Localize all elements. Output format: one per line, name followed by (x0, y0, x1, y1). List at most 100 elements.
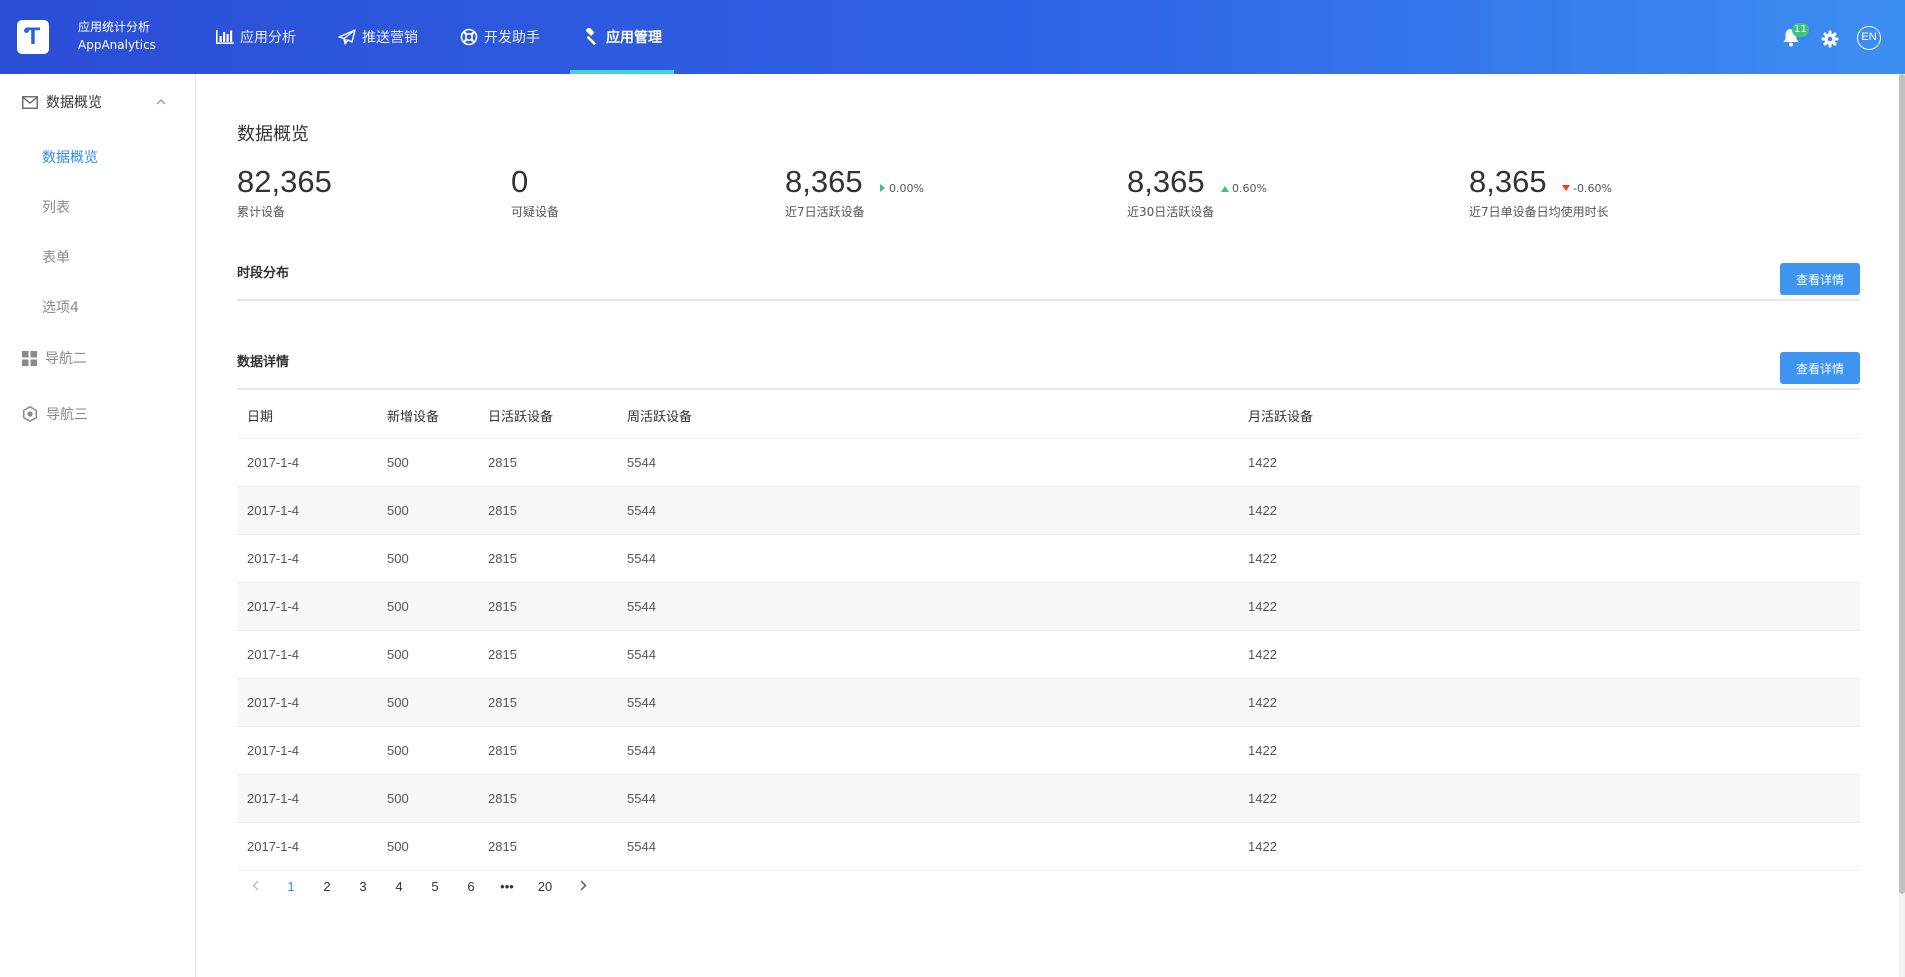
column-header[interactable]: 日活跃设备 (478, 394, 617, 439)
page-button[interactable]: 6 (453, 879, 489, 894)
nav-dev-assistant[interactable]: 开发助手 (448, 0, 552, 74)
table-row: 2017-1-4 500 2815 5544 1422 (237, 486, 1860, 535)
table-row: 2017-1-4 500 2815 5544 1422 (237, 726, 1860, 775)
column-header[interactable]: 新增设备 (377, 394, 478, 439)
trend-down-icon (1562, 185, 1570, 191)
table-cell: 2017-1-4 (237, 726, 377, 775)
table-cell: 5544 (617, 822, 1238, 871)
app-logo[interactable]: T (17, 20, 49, 54)
sidebar-item-form[interactable]: 表单 (42, 247, 70, 267)
table-cell: 2815 (478, 822, 617, 871)
table-cell: 2017-1-4 (237, 438, 377, 487)
stat-30day-active: 8,365 近30日活跃设备 0.60% (1127, 164, 1267, 220)
notification-badge: 11 (1792, 23, 1809, 37)
table-cell: 2017-1-4 (237, 534, 377, 583)
page-button[interactable]: 1 (273, 879, 309, 894)
stat-change-value: 0.60% (1232, 182, 1267, 195)
nav-push-marketing[interactable]: 推送营销 (326, 0, 430, 74)
table-cell: 5544 (617, 678, 1238, 727)
next-page-button[interactable] (565, 879, 601, 894)
chevron-left-icon (252, 880, 258, 890)
stat-total-devices: 82,365 累计设备 (237, 164, 332, 220)
table-cell: 500 (377, 630, 478, 679)
nav-label: 推送营销 (362, 30, 418, 46)
lifebuoy-icon (460, 28, 478, 46)
stat-value: 8,365 (785, 164, 863, 199)
stat-label: 近30日活跃设备 (1127, 205, 1215, 219)
table-cell: 1422 (1238, 486, 1860, 535)
table-cell: 2815 (478, 534, 617, 583)
prev-page-button[interactable] (237, 879, 273, 894)
sidebar-group-nav3[interactable]: 导航三 (0, 389, 196, 439)
table-cell: 5544 (617, 726, 1238, 775)
nav-app-management[interactable]: 应用管理 (570, 0, 674, 74)
stat-label: 近7日活跃设备 (785, 205, 865, 219)
paper-plane-icon (338, 29, 356, 45)
stat-change: -0.60% (1562, 182, 1612, 195)
page-button[interactable]: 5 (417, 879, 453, 894)
nav-label: 应用管理 (606, 30, 662, 46)
table-cell: 1422 (1238, 726, 1860, 775)
table-cell: 2815 (478, 438, 617, 487)
language-toggle[interactable]: EN (1857, 26, 1881, 50)
table-cell: 5544 (617, 630, 1238, 679)
table-cell: 500 (377, 774, 478, 823)
scrollbar-thumb[interactable] (1899, 74, 1905, 894)
sidebar-item-option4[interactable]: 选项4 (42, 297, 79, 317)
table-cell: 5544 (617, 534, 1238, 583)
table-row: 2017-1-4 500 2815 5544 1422 (237, 438, 1860, 487)
stat-change: 0.60% (1221, 182, 1267, 195)
stat-value: 8,365 (1127, 164, 1205, 199)
sidebar-group-label: 导航三 (46, 407, 88, 423)
table-cell: 500 (377, 822, 478, 871)
page-ellipsis[interactable]: ••• (489, 879, 525, 894)
table-cell: 1422 (1238, 582, 1860, 631)
sidebar-item-overview[interactable]: 数据概览 (42, 147, 98, 167)
table-cell: 1422 (1238, 438, 1860, 487)
trend-up-icon (1221, 186, 1229, 192)
gear-icon[interactable] (1821, 30, 1839, 48)
table-row: 2017-1-4 500 2815 5544 1422 (237, 678, 1860, 727)
sidebar-group-overview[interactable]: 数据概览 (0, 77, 196, 127)
sidebar-item-list[interactable]: 列表 (42, 197, 70, 217)
section-title-time-distribution: 时段分布 (237, 266, 290, 281)
view-details-button[interactable]: 查看详情 (1780, 352, 1860, 384)
table-row: 2017-1-4 500 2815 5544 1422 (237, 534, 1860, 583)
section-divider (237, 388, 1860, 390)
page-button[interactable]: 4 (381, 879, 417, 894)
page-button[interactable]: 2 (309, 879, 345, 894)
column-header[interactable]: 周活跃设备 (617, 394, 1238, 439)
stat-change: 0.00% (880, 182, 924, 195)
column-header[interactable]: 月活跃设备 (1238, 394, 1860, 439)
table-row: 2017-1-4 500 2815 5544 1422 (237, 582, 1860, 631)
table-cell: 1422 (1238, 630, 1860, 679)
stat-label: 近7日单设备日均使用时长 (1469, 205, 1609, 219)
table-cell: 5544 (617, 486, 1238, 535)
table-cell: 1422 (1238, 678, 1860, 727)
grid-icon (22, 350, 37, 366)
table-cell: 500 (377, 726, 478, 775)
bar-chart-icon (216, 30, 234, 44)
settings-icon (22, 406, 38, 422)
mail-icon (22, 95, 38, 109)
trend-flat-icon (880, 184, 885, 192)
page-button-last[interactable]: 20 (525, 879, 565, 894)
table-cell: 2017-1-4 (237, 630, 377, 679)
sidebar-group-nav2[interactable]: 导航二 (0, 333, 196, 383)
column-header[interactable]: 日期 (237, 394, 377, 439)
table-cell: 500 (377, 534, 478, 583)
table-cell: 1422 (1238, 774, 1860, 823)
view-details-button[interactable]: 查看详情 (1780, 263, 1860, 295)
table-cell: 500 (377, 678, 478, 727)
page-button[interactable]: 3 (345, 879, 381, 894)
page-scrollbar[interactable] (1899, 74, 1905, 977)
sidebar-group-label: 导航二 (45, 351, 87, 367)
table-cell: 2017-1-4 (237, 678, 377, 727)
brand-name-en: AppAnalytics (78, 38, 156, 52)
table-cell: 2017-1-4 (237, 582, 377, 631)
table-cell: 500 (377, 486, 478, 535)
nav-label: 应用分析 (240, 30, 296, 46)
data-table: 日期 新增设备 日活跃设备 周活跃设备 月活跃设备 2017-1-4 500 281… (237, 394, 1860, 871)
nav-app-analysis[interactable]: 应用分析 (204, 0, 308, 74)
stat-suspicious-devices: 0 可疑设备 (511, 164, 559, 220)
